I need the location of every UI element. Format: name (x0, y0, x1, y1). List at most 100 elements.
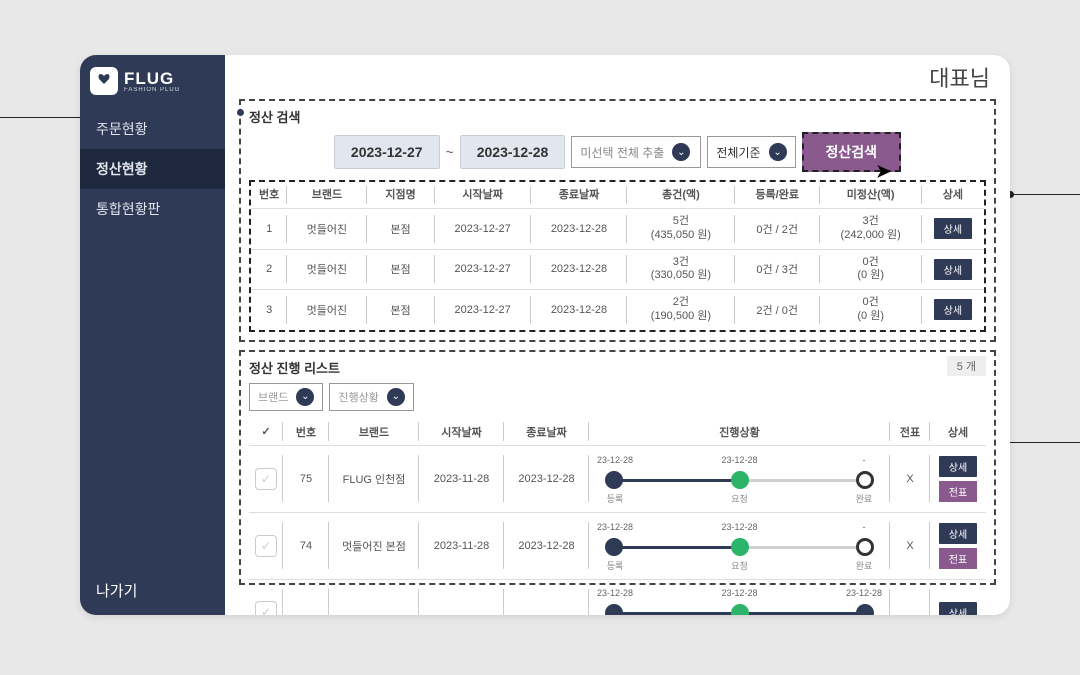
cell-total: 2건(190,500 원) (627, 290, 735, 330)
date-separator: ~ (446, 144, 454, 160)
checkbox[interactable]: ✓ (255, 601, 277, 615)
col-brand: 브랜드 (287, 182, 366, 209)
detail-button[interactable]: 상세 (939, 456, 977, 477)
progress-indicator: 23-12-2823-12-28-등록요청완료 (591, 524, 888, 568)
main-content: 대표님 정산 검색 2023-12-27 ~ 2023-12-28 미선택 전체… (225, 55, 1010, 615)
annotation-dot (237, 109, 244, 116)
sidebar-item-orders[interactable]: 주문현황 (80, 109, 225, 149)
step-complete-icon (856, 604, 874, 615)
count-badge: 5 개 (947, 356, 986, 376)
date-to-input[interactable]: 2023-12-28 (460, 135, 566, 169)
cell-branch: 본점 (367, 209, 435, 250)
cell-brand: FLUG 인천점 (329, 445, 419, 512)
search-panel: 정산 검색 2023-12-27 ~ 2023-12-28 미선택 전체 추출 … (239, 99, 996, 342)
detail-button[interactable]: 상세 (939, 602, 977, 615)
chevron-down-icon: ⌄ (296, 388, 314, 406)
detail-button[interactable]: 상세 (934, 218, 972, 239)
cell-detail: 상세 (922, 209, 984, 250)
step-request-icon (731, 538, 749, 556)
detail-button[interactable]: 상세 (934, 299, 972, 320)
sidebar-item-dashboard[interactable]: 통합현황판 (80, 189, 225, 229)
cell-reg: 0건 / 3건 (735, 249, 820, 290)
app-window: FLUG FASHION PLUG 주문현황 정산현황 통합현황판 나가기 대표… (80, 55, 1010, 615)
table-row: 2멋들어진본점2023-12-272023-12-283건(330,050 원)… (251, 249, 984, 290)
table-row: ✓74멋들어진 본점2023-11-282023-12-2823-12-2823… (249, 512, 986, 579)
cell-end (504, 579, 589, 615)
step-register-icon (605, 538, 623, 556)
cell-reg: 0건 / 2건 (735, 209, 820, 250)
cell-brand: 멋들어진 (287, 290, 366, 330)
col-voucher: 전표 (890, 419, 930, 446)
col-reg: 등록/완료 (735, 182, 820, 209)
cell-no: 1 (251, 209, 287, 250)
step-request-icon (731, 471, 749, 489)
voucher-button[interactable]: 전표 (939, 481, 977, 502)
step-request-icon (731, 604, 749, 615)
table-row: ✓ 23-12-2823-12-2823-12-28등록요청완료 상세 (249, 579, 986, 615)
col-progress: 진행상황 (589, 419, 890, 446)
cursor-icon: ➤ (876, 161, 891, 182)
cell-brand: 멋들어진 본점 (329, 512, 419, 579)
cell-progress: 23-12-2823-12-28-등록요청완료 (589, 445, 890, 512)
filter-placeholder: 미선택 전체 추출 (580, 144, 664, 161)
cell-voucher: X (890, 512, 930, 579)
cell-no: 75 (283, 445, 329, 512)
cell-unsettled: 0건(0 원) (820, 290, 922, 330)
chevron-down-icon: ⌄ (672, 143, 690, 161)
cell-branch: 본점 (367, 290, 435, 330)
cell-check: ✓ (249, 512, 283, 579)
cell-no: 2 (251, 249, 287, 290)
col-brand: 브랜드 (329, 419, 419, 446)
results-table: 번호 브랜드 지점명 시작날짜 종료날짜 총건(액) 등록/완료 미정산(액) … (251, 182, 984, 330)
sidebar-item-settlement[interactable]: 정산현황 (80, 149, 225, 189)
cell-brand: 멋들어진 (287, 209, 366, 250)
cell-detail: 상세 (922, 290, 984, 330)
table-row: 3멋들어진본점2023-12-272023-12-282건(190,500 원)… (251, 290, 984, 330)
status-filter-dropdown[interactable]: 진행상황 ⌄ (329, 383, 413, 411)
col-end: 종료날짜 (531, 182, 627, 209)
col-branch: 지점명 (367, 182, 435, 209)
cell-total: 5건(435,050 원) (627, 209, 735, 250)
logo-subtitle: FASHION PLUG (124, 87, 180, 93)
filter-extract-dropdown[interactable]: 미선택 전체 추출 ⌄ (571, 136, 701, 168)
cell-start (419, 579, 504, 615)
filter-criteria-dropdown[interactable]: 전체기준 ⌄ (707, 136, 795, 168)
col-end: 종료날짜 (504, 419, 589, 446)
cell-brand: 멋들어진 (287, 249, 366, 290)
cell-unsettled: 0건(0 원) (820, 249, 922, 290)
col-start: 시작날짜 (419, 419, 504, 446)
col-check: ✓ (249, 419, 283, 446)
sidebar: FLUG FASHION PLUG 주문현황 정산현황 통합현황판 나가기 (80, 55, 225, 615)
cell-check: ✓ (249, 579, 283, 615)
sidebar-exit[interactable]: 나가기 (80, 566, 225, 615)
cell-brand (329, 579, 419, 615)
cell-end: 2023-12-28 (531, 209, 627, 250)
brand-filter-dropdown[interactable]: 브랜드 ⌄ (249, 383, 323, 411)
cell-start: 2023-11-28 (419, 512, 504, 579)
search-controls: 2023-12-27 ~ 2023-12-28 미선택 전체 추출 ⌄ 전체기준… (249, 132, 986, 172)
cell-end: 2023-12-28 (504, 445, 589, 512)
checkbox[interactable]: ✓ (255, 535, 277, 557)
detail-button[interactable]: 상세 (934, 259, 972, 280)
cell-no: 3 (251, 290, 287, 330)
detail-button[interactable]: 상세 (939, 523, 977, 544)
filter-value: 전체기준 (716, 144, 760, 161)
col-no: 번호 (283, 419, 329, 446)
progress-indicator: 23-12-2823-12-28-등록요청완료 (591, 457, 888, 501)
progress-panel-title: 정산 진행 리스트 (249, 358, 986, 377)
cell-actions: 상세전표 (930, 512, 986, 579)
cell-start: 2023-11-28 (419, 445, 504, 512)
cell-start: 2023-12-27 (435, 249, 531, 290)
cell-end: 2023-12-28 (531, 249, 627, 290)
search-button[interactable]: 정산검색 ➤ (802, 132, 902, 172)
cell-no (283, 579, 329, 615)
cell-progress: 23-12-2823-12-28-등록요청완료 (589, 512, 890, 579)
checkbox[interactable]: ✓ (255, 468, 277, 490)
table-row: ✓ 75FLUG 인천점2023-11-282023-12-2823-12-282… (249, 445, 986, 512)
date-from-input[interactable]: 2023-12-27 (334, 135, 440, 169)
step-complete-icon (856, 471, 874, 489)
voucher-button[interactable]: 전표 (939, 548, 977, 569)
cell-voucher (890, 579, 930, 615)
step-register-icon (605, 471, 623, 489)
progress-indicator: 23-12-2823-12-2823-12-28등록요청완료 (591, 590, 888, 615)
